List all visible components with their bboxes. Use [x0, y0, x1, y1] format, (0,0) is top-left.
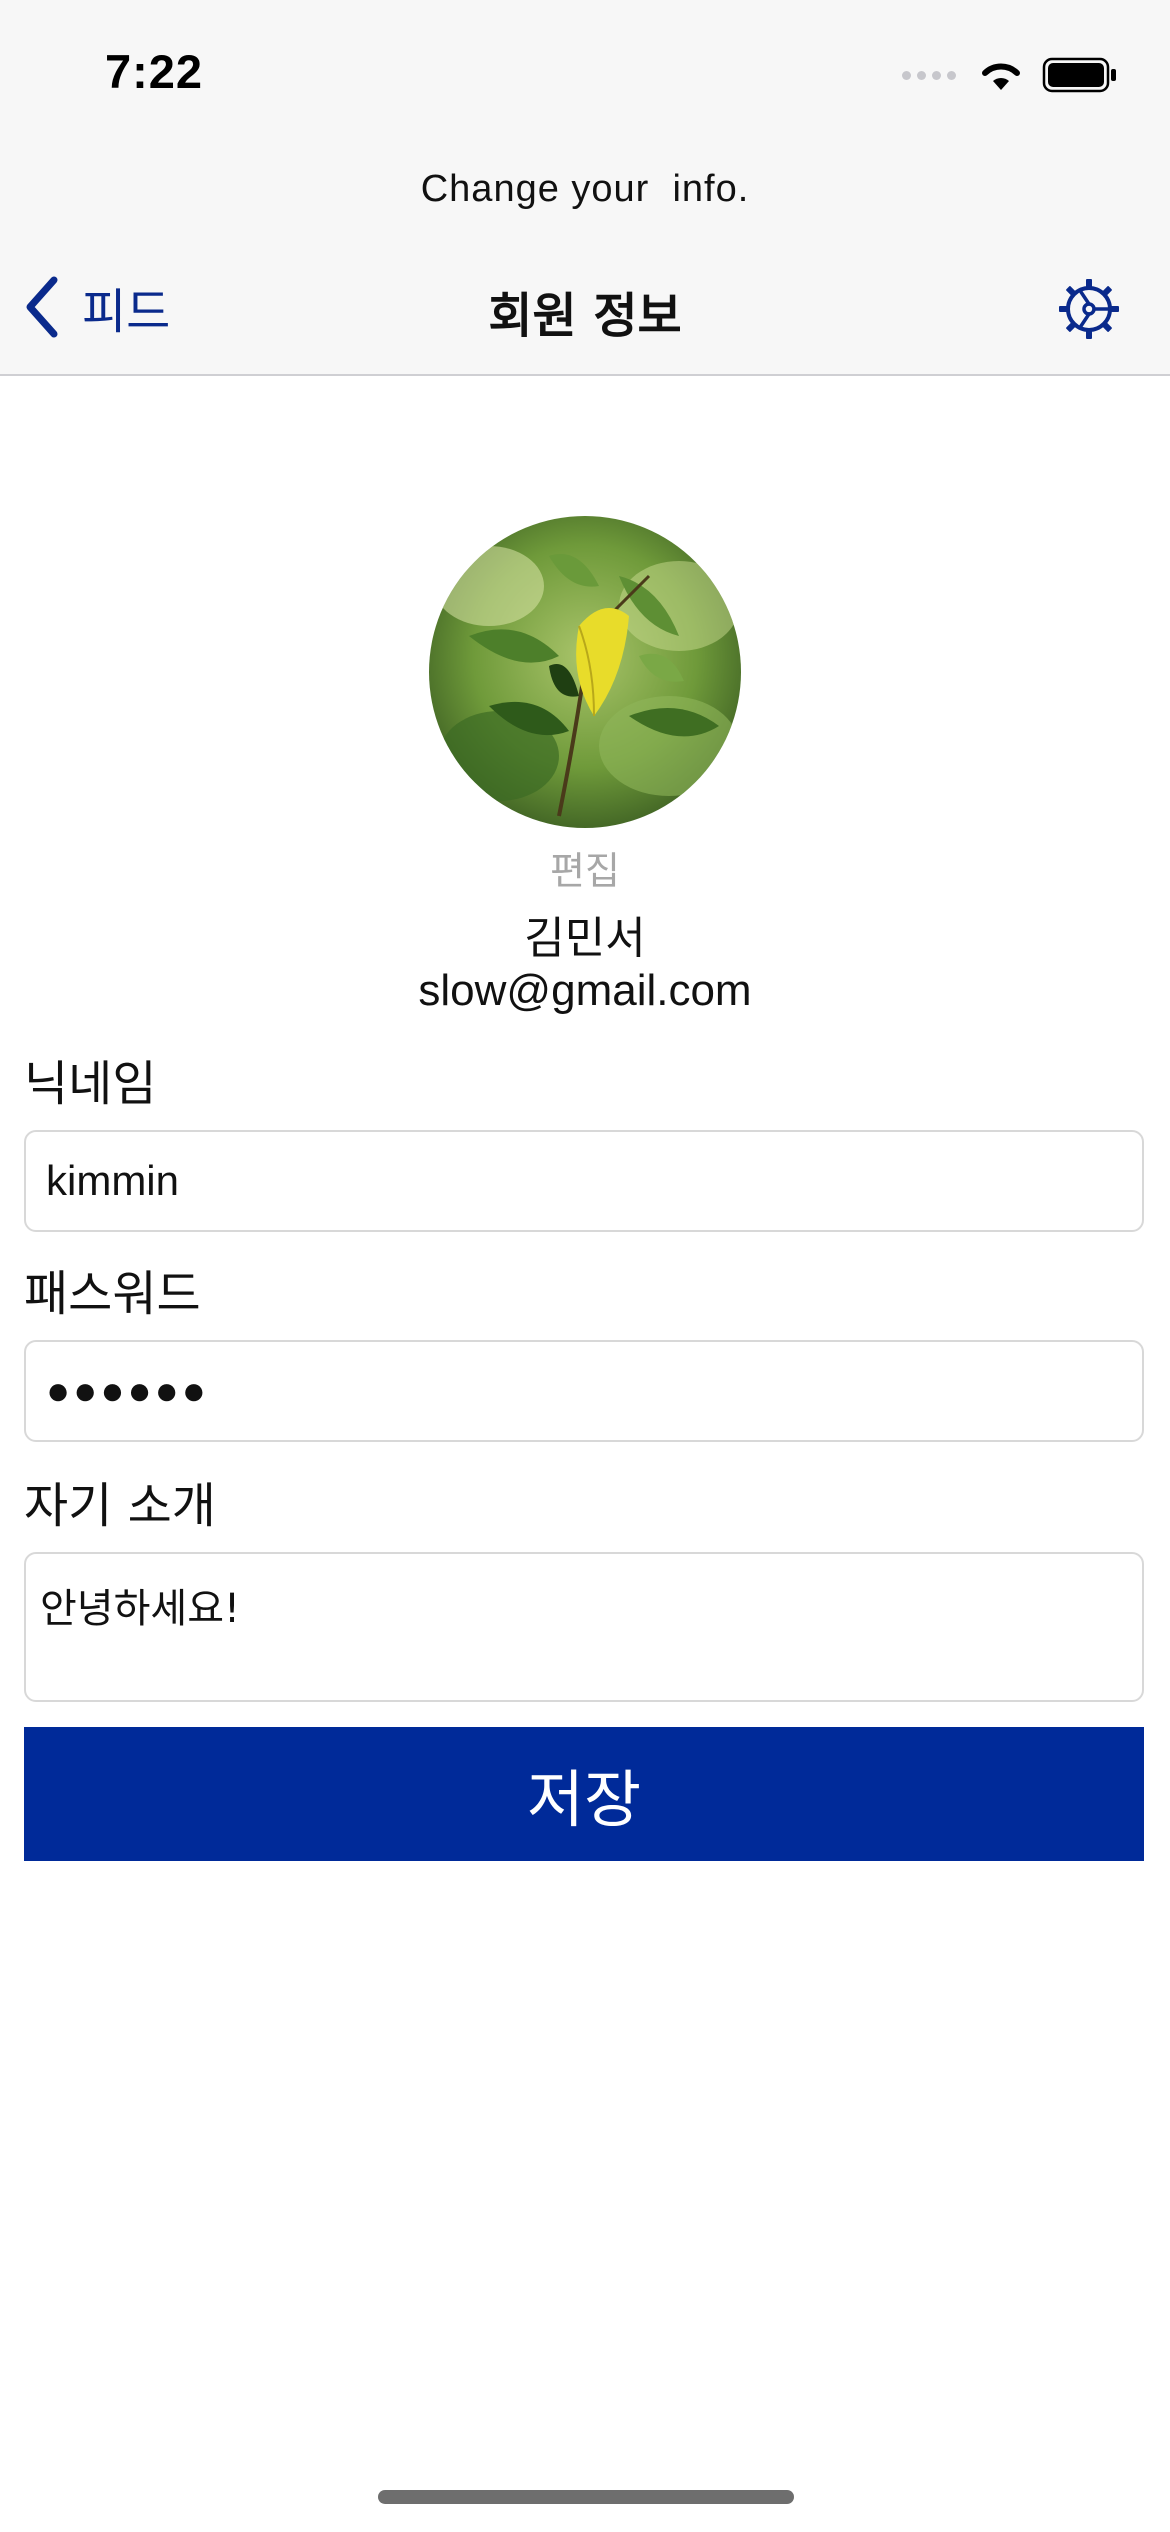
wifi-icon	[982, 63, 1020, 90]
header: 7:22 Change your info. 피드 회원 정보	[0, 0, 1170, 376]
password-value: ●●●●●●	[46, 1368, 209, 1413]
user-email: slow@gmail.com	[418, 966, 752, 1015]
edit-photo-button[interactable]: 편집	[0, 840, 1170, 895]
user-name: 김민서	[524, 913, 646, 964]
nickname-input[interactable]: kimmin	[24, 1130, 1144, 1232]
password-input[interactable]: ●●●●●●	[24, 1340, 1144, 1442]
nickname-value: kimmin	[46, 1157, 179, 1204]
screen: 7:22 Change your info. 피드 회원 정보 편집 김민서 s…	[0, 0, 1170, 2532]
page-title: 회원 정보	[488, 288, 682, 344]
status-time: 7:22	[105, 45, 204, 98]
bio-textarea[interactable]: 안녕하세요!	[24, 1552, 1144, 1702]
avatar-photo	[429, 516, 741, 828]
bio-value: 안녕하세요!	[40, 1586, 241, 1632]
home-indicator[interactable]	[378, 2490, 794, 2504]
nickname-label: 닉네임	[24, 1056, 157, 1112]
settings-gear-icon[interactable]	[1058, 278, 1120, 340]
bio-label: 자기 소개	[24, 1478, 216, 1534]
battery-icon	[1042, 57, 1116, 93]
cellular-signal-icon	[902, 70, 956, 80]
password-label: 패스워드	[24, 1266, 201, 1322]
save-button[interactable]: 저장	[24, 1727, 1144, 1861]
avatar[interactable]	[429, 516, 741, 828]
prompt-text: Change your info.	[420, 168, 750, 210]
status-icons	[902, 50, 1118, 100]
